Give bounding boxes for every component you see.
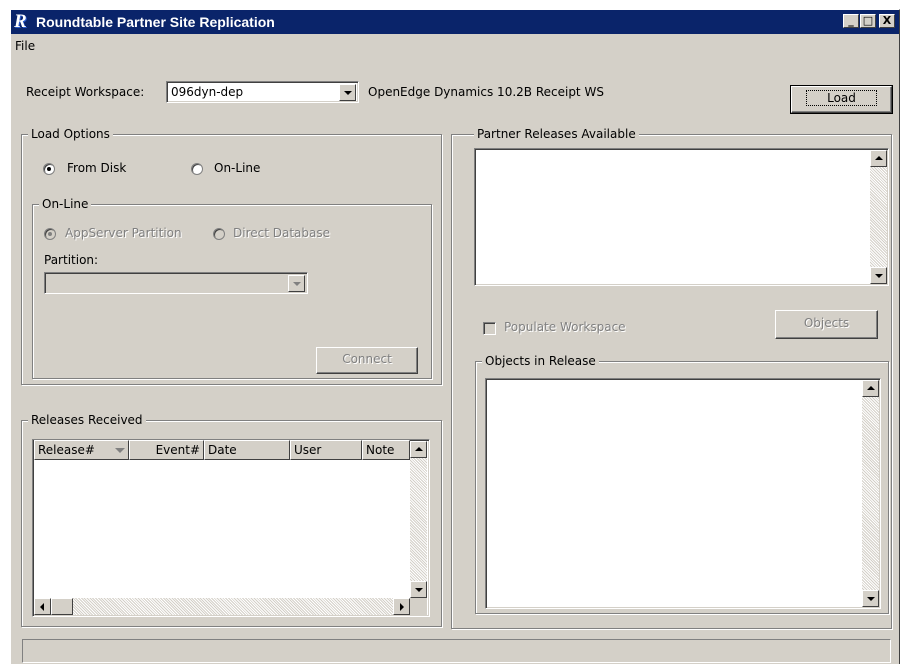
horizontal-scrollbar[interactable] — [34, 598, 410, 615]
releases-received-grid[interactable]: Release# Event# Date User Note — [32, 439, 430, 617]
app-window: R Roundtable Partner Site Replication _ … — [10, 9, 900, 664]
vertical-scrollbar[interactable] — [862, 380, 879, 607]
from-disk-label[interactable]: From Disk — [67, 161, 126, 175]
releases-received-title: Releases Received — [28, 413, 146, 427]
appserver-partition-radio[interactable] — [44, 228, 56, 240]
dropdown-arrow-button[interactable] — [288, 275, 305, 292]
receipt-workspace-combo[interactable]: 096dyn-dep — [166, 81, 359, 103]
sort-descending-icon — [115, 448, 125, 453]
partner-releases-group: Partner Releases Available Populate Work… — [451, 127, 892, 629]
load-button-label: Load — [806, 90, 877, 106]
close-button[interactable]: X — [879, 14, 895, 28]
load-options-title: Load Options — [28, 127, 113, 141]
column-header-label: User — [294, 443, 322, 457]
objects-button-label: Objects — [803, 316, 850, 330]
direct-database-radio[interactable] — [213, 228, 225, 240]
menu-file[interactable]: File — [15, 39, 35, 53]
direct-database-label[interactable]: Direct Database — [233, 226, 330, 240]
populate-workspace-label[interactable]: Populate Workspace — [504, 320, 626, 334]
arrow-up-icon — [867, 386, 875, 390]
column-header-label: Note — [366, 443, 395, 457]
chevron-down-icon — [344, 91, 352, 95]
scroll-left-button[interactable] — [34, 598, 51, 615]
column-header-label: Event# — [155, 443, 200, 457]
on-line-label[interactable]: On-Line — [214, 161, 260, 175]
connect-button[interactable]: Connect — [316, 347, 418, 374]
on-line-group: On-Line AppServer Partition Direct Datab… — [32, 197, 432, 379]
column-header-release[interactable]: Release# — [34, 440, 129, 460]
partition-label: Partition: — [44, 253, 99, 267]
arrow-down-icon — [875, 274, 883, 278]
column-header-event[interactable]: Event# — [129, 440, 204, 460]
partner-releases-title: Partner Releases Available — [474, 127, 639, 141]
receipt-workspace-label: Receipt Workspace: — [26, 85, 145, 99]
scroll-up-button[interactable] — [870, 150, 887, 167]
column-header-label: Date — [208, 443, 237, 457]
radio-selected-dot — [48, 232, 52, 236]
vertical-scrollbar[interactable] — [410, 441, 427, 598]
arrow-up-icon — [875, 156, 883, 160]
scroll-right-button[interactable] — [393, 598, 410, 615]
title-bar[interactable]: R Roundtable Partner Site Replication _ … — [11, 10, 899, 34]
populate-workspace-checkbox[interactable] — [483, 322, 496, 335]
status-bar — [22, 639, 891, 663]
scroll-thumb[interactable] — [51, 598, 73, 615]
from-disk-radio[interactable] — [43, 163, 55, 175]
appserver-partition-label[interactable]: AppServer Partition — [65, 226, 182, 240]
column-header-label: Release# — [38, 443, 95, 457]
column-header-note[interactable]: Note — [362, 440, 410, 460]
window-title: Roundtable Partner Site Replication — [36, 14, 275, 30]
partition-combo[interactable] — [44, 272, 308, 294]
scroll-down-button[interactable] — [410, 581, 427, 598]
arrow-down-icon — [867, 597, 875, 601]
vertical-scrollbar[interactable] — [870, 150, 887, 284]
scroll-down-button[interactable] — [862, 590, 879, 607]
arrow-up-icon — [415, 447, 423, 451]
scroll-up-button[interactable] — [410, 441, 427, 458]
arrow-down-icon — [415, 588, 423, 592]
load-button[interactable]: Load — [790, 85, 893, 114]
objects-button[interactable]: Objects — [775, 310, 878, 339]
minimize-button[interactable]: _ — [843, 14, 859, 28]
objects-in-release-list[interactable] — [485, 378, 881, 609]
partner-releases-list[interactable] — [474, 148, 889, 286]
load-options-group: Load Options From Disk On-Line On-Line A… — [21, 127, 442, 385]
maximize-button[interactable]: □ — [860, 14, 876, 28]
chevron-down-icon — [293, 282, 301, 286]
roundtable-app-icon: R — [14, 11, 27, 32]
column-header-date[interactable]: Date — [204, 440, 290, 460]
connect-button-label: Connect — [342, 352, 392, 366]
releases-received-group: Releases Received Release# Event# Date U… — [21, 413, 442, 627]
arrow-right-icon — [400, 603, 404, 611]
column-header-user[interactable]: User — [290, 440, 362, 460]
workspace-description: OpenEdge Dynamics 10.2B Receipt WS — [368, 85, 604, 99]
radio-selected-dot — [47, 167, 51, 171]
on-line-title: On-Line — [39, 197, 92, 211]
scroll-up-button[interactable] — [862, 380, 879, 397]
objects-in-release-title: Objects in Release — [482, 354, 599, 368]
scroll-corner — [410, 598, 427, 615]
arrow-left-icon — [40, 603, 44, 611]
objects-in-release-group: Objects in Release — [475, 354, 889, 614]
scroll-down-button[interactable] — [870, 267, 887, 284]
receipt-workspace-value: 096dyn-dep — [171, 85, 244, 99]
dropdown-arrow-button[interactable] — [339, 84, 356, 101]
on-line-radio[interactable] — [191, 163, 203, 175]
